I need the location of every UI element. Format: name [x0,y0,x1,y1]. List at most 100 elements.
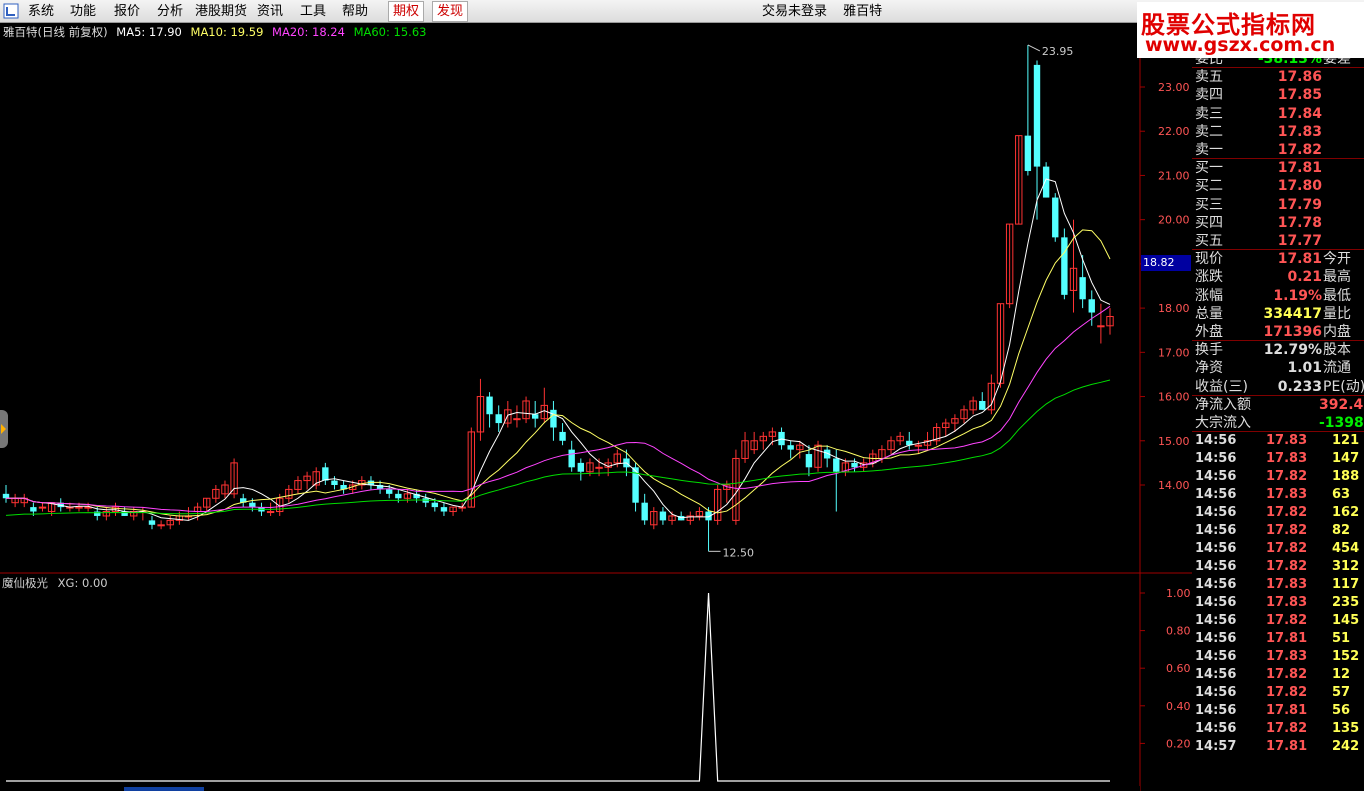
menu-item-7[interactable]: 帮助 [342,3,368,20]
quote-label: 卖四 [1195,87,1223,104]
tick-price: 17.81 [1266,631,1308,647]
menu-item-4[interactable]: 港股期货 [195,3,247,20]
tick-price: 17.82 [1266,523,1308,539]
candle-body-down [833,458,840,472]
candle-body-down [787,445,794,450]
tick-price: 17.83 [1266,649,1308,665]
quote-label: 换手 [1195,342,1223,359]
tick-volume: 121 [1332,433,1360,449]
menu-item-highlight-1[interactable]: 发现 [432,1,469,22]
tick-volume: 162 [1332,505,1360,521]
price-tick-label: 17.00 [1158,346,1190,359]
tick-time: 14:57 [1195,739,1237,755]
stats-row: 现价 17.81 今开 [1192,250,1364,268]
kline-chart[interactable]: 23.0022.0021.0020.0019.0018.0017.0016.00… [0,23,1192,791]
quote-label: 卖一 [1195,142,1223,158]
tick-time: 14:56 [1195,541,1237,557]
quote-label-2: 流通 [1323,360,1351,377]
candle-body-down [495,414,502,424]
candle-body-down [1061,237,1068,295]
quote-label: 现价 [1195,251,1223,268]
ma5-line [6,178,1111,521]
tick-time: 14:56 [1195,577,1237,593]
stock-title: 雅百特 [843,4,883,19]
tick-volume: 235 [1332,595,1360,611]
candle-body-down [486,396,493,415]
price-tick-label: 14.00 [1158,479,1190,492]
bid-row: 买三 17.79 [1192,196,1364,214]
tick-row: 14:56 17.83 121 [1192,432,1364,450]
tick-volume: 12 [1332,667,1351,683]
tick-row: 14:57 17.81 242 [1192,738,1364,756]
tick-time: 14:56 [1195,559,1237,575]
quote-label: 涨跌 [1195,269,1223,286]
quote-label: 总量 [1195,305,1223,322]
tick-price: 17.82 [1266,559,1308,575]
flow-row: 大宗流入 -1398 [1192,414,1364,432]
tick-row: 14:56 17.82 312 [1192,558,1364,576]
quote-label: 买二 [1195,178,1223,195]
candle-body-up [1097,325,1105,328]
quote-label-2: 股本 [1323,342,1351,359]
high-label: 23.95 [1042,45,1074,58]
expand-panel-arrow-icon[interactable] [0,410,8,448]
ask-row: 卖一 17.82 [1192,141,1364,159]
flow-label: 大宗流入 [1195,415,1251,431]
tick-time: 14:56 [1195,451,1237,467]
tick-row: 14:56 17.82 145 [1192,612,1364,630]
tick-volume: 312 [1332,559,1360,575]
tick-time: 14:56 [1195,469,1237,485]
ma10-line [6,229,1111,517]
quote-label-2: PE(动) [1323,378,1364,395]
candle-body-down [559,431,566,441]
xg-line [6,592,1110,782]
candle-body-down [1088,299,1095,313]
high-pointer [1027,44,1041,52]
candle-body-down [386,489,393,494]
quote-value: 17.79 [1277,196,1322,213]
menu-item-1[interactable]: 功能 [70,3,96,20]
tick-volume: 135 [1332,721,1360,737]
candle-body-down [568,449,575,468]
tick-volume: 147 [1332,451,1360,467]
tick-row: 14:56 17.83 152 [1192,648,1364,666]
candle-body-down [1033,64,1041,167]
bid-row: 买五 17.77 [1192,232,1364,250]
candle-body-down [2,493,10,499]
quote-label-2: 今开 [1323,251,1351,268]
ask-row: 卖五 17.86 [1192,68,1364,86]
candle-body-down [531,414,539,419]
bid-row: 买四 17.78 [1192,214,1364,232]
tick-row: 14:56 17.83 117 [1192,576,1364,594]
tick-price: 17.83 [1266,487,1308,503]
menu-item-3[interactable]: 分析 [157,3,183,20]
tick-row: 14:56 17.82 12 [1192,666,1364,684]
quote-label: 买五 [1195,233,1223,249]
indicator-tick-label: 1.00 [1166,587,1191,600]
candle-body-down [577,462,585,472]
tick-price: 17.83 [1266,451,1308,467]
candle-body-down [851,462,858,468]
tick-time: 14:56 [1195,685,1237,701]
indicator-value: XG: 0.00 [57,576,108,590]
candle-body-down [395,493,402,499]
menu-item-5[interactable]: 资讯 [257,3,283,20]
menu-item-highlight-0[interactable]: 期权 [388,1,425,22]
app-logo-icon[interactable] [3,3,19,19]
tick-row: 14:56 17.81 51 [1192,630,1364,648]
menu-item-6[interactable]: 工具 [300,3,326,20]
quote-value: 1.01 [1287,360,1322,377]
candle-body-down [641,502,648,521]
quote-value: 17.81 [1277,251,1322,268]
candle-body-down [659,511,667,521]
quote-label: 卖二 [1195,123,1223,140]
price-tick-label: 18.00 [1158,302,1190,315]
menu-item-0[interactable]: 系统 [28,3,54,20]
quote-label: 卖三 [1195,105,1223,122]
menu-item-2[interactable]: 报价 [114,3,140,20]
price-tick-label: 23.00 [1158,81,1190,94]
candle-body-up [266,511,275,514]
tick-time: 14:56 [1195,703,1237,719]
timeline-cursor [124,787,204,791]
stats-row: 总量 334417 量比 [1192,305,1364,323]
